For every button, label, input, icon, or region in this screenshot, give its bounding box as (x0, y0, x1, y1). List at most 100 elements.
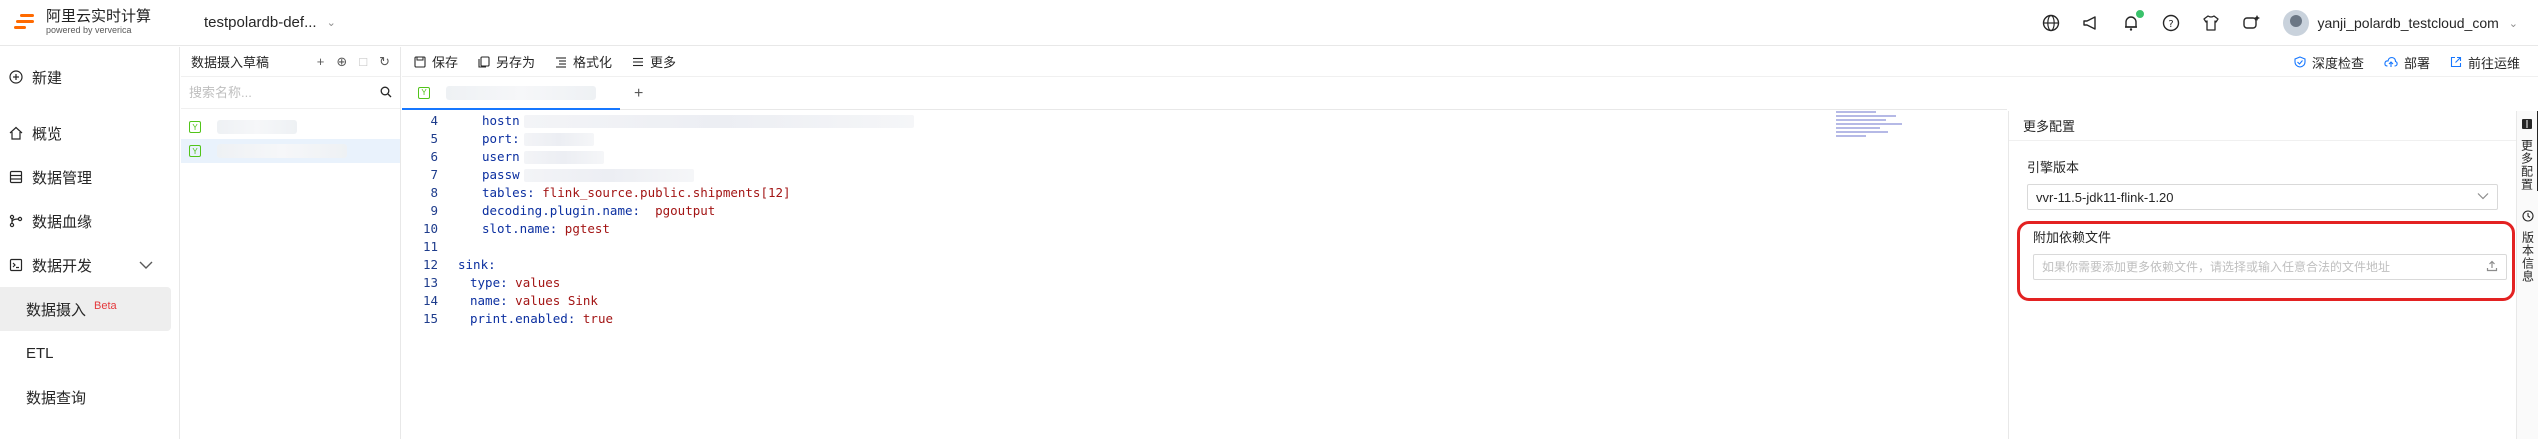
code-line: 5 port: (402, 129, 2007, 147)
save-icon (414, 55, 426, 68)
right-rail: 更多配置 版本信息 (2516, 111, 2538, 439)
globe-icon[interactable] (2041, 13, 2061, 33)
sidebar-item-label: 数据血缘 (32, 213, 93, 231)
chevron-down-icon: ⌄ (2508, 17, 2518, 30)
shield-check-icon (2294, 56, 2306, 68)
draft-name-redacted (217, 144, 347, 158)
code-line: 15 print.enabled: true (422, 310, 613, 326)
chevron-down-icon: ⌄ (326, 17, 336, 29)
deploy-button[interactable]: 部署 (2384, 53, 2430, 72)
sidebar-item-label: 数据开发 (32, 257, 93, 275)
sidebar-item-overview[interactable]: 概览 (0, 111, 179, 155)
format-button[interactable]: 格式化 (555, 52, 612, 71)
workspace-selector[interactable]: testpolardb-def... ⌄ (204, 14, 336, 31)
svg-text:?: ? (2169, 19, 2174, 30)
search-input[interactable] (189, 85, 369, 100)
list-item[interactable]: Y (181, 115, 400, 139)
help-icon[interactable]: ? (2161, 13, 2181, 33)
sidebar-item-new[interactable]: 新建 (0, 55, 179, 99)
file-icon: Y (189, 121, 201, 133)
save-as-button[interactable]: 另存为 (478, 52, 535, 71)
chevron-down-icon (2477, 191, 2489, 203)
code-line: 7 passw (402, 165, 2007, 183)
code-line: 6 usern (402, 147, 2007, 165)
redacted-value (523, 168, 694, 182)
list-item[interactable]: Y (181, 139, 400, 163)
engine-version-select[interactable]: vvr-11.5-jdk11-flink-1.20 (2027, 184, 2498, 210)
sidebar-item-data-query[interactable]: 数据查询 (0, 375, 179, 419)
clock-icon (2522, 209, 2534, 225)
sidebar-item-label: 概览 (32, 125, 63, 143)
upload-icon[interactable] (2486, 259, 2498, 275)
goto-ops-label: 前往运维 (2467, 55, 2520, 71)
deep-check-button[interactable]: 深度检查 (2294, 53, 2364, 72)
refresh-icon[interactable]: ↻ (379, 54, 390, 70)
drafts-search (181, 77, 400, 109)
sidebar-item-lineage[interactable]: 数据血缘 (0, 199, 179, 243)
notification-badge (2135, 9, 2146, 19)
code-line: 9 decoding.plugin.name: pgoutput (430, 202, 716, 218)
target-icon[interactable]: ⊕ (336, 54, 347, 70)
dependency-files-input[interactable] (2042, 260, 2462, 274)
tab-name-redacted (446, 85, 596, 100)
drafts-title: 数据摄入草稿 (191, 55, 270, 70)
sidebar-item-label: ETL (26, 344, 54, 362)
code-line: 10 slot.name: pgtest (422, 220, 610, 236)
sidebar-item-data-ingestion[interactable]: 数据摄入 Beta (0, 287, 171, 331)
sidebar: 新建 概览 数据管理 数据血缘 数据开发 数据摄入 Beta ETL 数据查询 (0, 47, 180, 439)
brand-title: 阿里云实时计算 (46, 8, 152, 26)
more-label: 更多 (650, 55, 677, 70)
ai-assistant-icon[interactable] (2241, 13, 2261, 33)
add-icon[interactable]: + (317, 54, 325, 69)
menu-icon (632, 56, 644, 68)
goto-ops-button[interactable]: 前往运维 (2450, 53, 2520, 72)
sidebar-item-data-development[interactable]: 数据开发 (0, 243, 179, 287)
search-icon[interactable] (380, 85, 392, 101)
draft-name-redacted (217, 120, 297, 134)
file-icon: Y (418, 86, 430, 99)
code-editor[interactable]: 4 hostn 5 port: 6 usern 7 passw 8 tables: fli… (402, 111, 2007, 439)
lineage-icon (8, 213, 24, 229)
code-icon (8, 257, 24, 273)
more-button[interactable]: 更多 (632, 52, 676, 71)
tab-label: 版本信息 (2520, 231, 2535, 283)
user-menu[interactable]: yanji_polardb_testcloud_com ⌄ (2283, 10, 2518, 36)
save-button[interactable]: 保存 (414, 52, 458, 71)
user-name: yanji_polardb_testcloud_com (2317, 15, 2499, 31)
cloud-upload-icon (2384, 56, 2398, 68)
tshirt-icon[interactable] (2201, 13, 2221, 33)
format-label: 格式化 (573, 55, 613, 70)
tab-label: 更多配置 (2519, 139, 2534, 191)
engine-version-label: 引擎版本 (2027, 160, 2080, 175)
engine-version-value: vvr-11.5-jdk11-flink-1.20 (2036, 189, 2174, 205)
sidebar-item-data-management[interactable]: 数据管理 (0, 155, 179, 199)
add-tab-icon[interactable]: + (634, 85, 643, 103)
copy-icon (478, 55, 490, 68)
brand-mark-icon (12, 11, 38, 33)
workspace-name: testpolardb-def... (204, 14, 317, 31)
bell-icon[interactable] (2121, 9, 2146, 33)
folder-icon[interactable]: □ (359, 54, 367, 69)
drafts-panel: 数据摄入草稿 + ⊕ □ ↻ Y Y (181, 47, 401, 439)
chevron-down-icon (139, 257, 153, 274)
brand-logo[interactable]: 阿里云实时计算 powered by ververica (0, 9, 190, 35)
redacted-value (523, 150, 604, 164)
format-icon (555, 56, 567, 68)
megaphone-icon[interactable] (2081, 13, 2101, 33)
code-line: 14 name: values Sink (422, 292, 598, 308)
config-icon (2521, 117, 2533, 133)
sidebar-item-label: 新建 (32, 69, 63, 87)
dependency-files-field (2033, 254, 2507, 280)
save-label: 保存 (432, 55, 459, 70)
deep-check-label: 深度检查 (2311, 55, 2364, 71)
brand-subtitle: powered by ververica (46, 24, 132, 35)
sidebar-item-etl[interactable]: ETL (0, 331, 179, 375)
config-panel-title: 更多配置 (2009, 111, 2516, 141)
tab-active-draft[interactable]: Y (402, 78, 620, 110)
tab-version-info[interactable]: 版本信息 (2517, 203, 2538, 283)
editor-toolbar: 保存 另存为 格式化 更多 深度检查 部署 前往运维 (402, 47, 2538, 77)
code-minimap[interactable] (1836, 111, 1902, 143)
code-line: 11 (422, 238, 438, 254)
tab-more-config[interactable]: 更多配置 (2517, 111, 2538, 191)
sidebar-item-label: 数据摄入 (26, 301, 87, 319)
